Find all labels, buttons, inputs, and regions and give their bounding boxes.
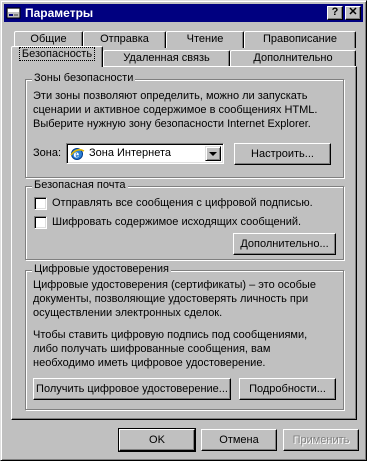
sign-all-checkbox[interactable] [34, 197, 47, 210]
ids-description-line-6: необходимо иметь цифровое удостоверение. [33, 357, 266, 369]
ids-description-line-5: либо получать шифрованные сообщения, вам [33, 343, 271, 355]
title-bar[interactable]: Параметры ? ✕ [4, 4, 363, 22]
security-zones-legend: Зоны безопасности [32, 72, 136, 84]
tab-read[interactable]: Чтение [166, 31, 244, 48]
cancel-button[interactable]: Отмена [201, 429, 277, 451]
digital-ids-group: Цифровые удостоверения Цифровые удостове… [25, 263, 344, 410]
encrypt-checkbox[interactable] [34, 216, 47, 229]
ids-description-line-3: осуществлении электронных сделок. [33, 307, 223, 319]
ids-description-line-2: документы, позволяющие удостоверять личн… [33, 293, 309, 305]
help-button[interactable]: ? [327, 6, 343, 20]
ok-button[interactable]: OK [118, 428, 196, 452]
zone-select[interactable]: e Зона Интернета [66, 143, 224, 164]
security-tab-panel: Зоны безопасности Эти зоны позволяют опр… [11, 66, 357, 420]
digital-id-details-button[interactable]: Подробности... [239, 378, 336, 400]
chevron-down-icon[interactable] [205, 146, 221, 161]
zones-description-line-2: сценарии и активное содержимое в сообщен… [33, 104, 318, 116]
close-button[interactable]: ✕ [345, 6, 361, 20]
tab-spelling[interactable]: Правописание [244, 31, 356, 48]
sign-all-label[interactable]: Отправлять все сообщения с цифровой подп… [52, 196, 313, 210]
secure-mail-legend: Безопасная почта [32, 179, 128, 191]
ids-description-line-4: Чтобы ставить цифровую подпись под сообщ… [33, 329, 308, 341]
window-title: Параметры [25, 6, 94, 20]
zones-description-line-1: Эти зоны позволяют определить, можно ли … [33, 90, 308, 102]
zone-label: Зона: [33, 147, 62, 159]
zones-description-line-3: Выберите нужную зону безопасности Intern… [33, 118, 311, 130]
get-digital-id-button[interactable]: Получить цифровое удостоверение... [33, 378, 231, 400]
tab-advanced[interactable]: Дополнительно [230, 50, 356, 67]
secure-mail-group: Безопасная почта Отправлять все сообщени… [25, 179, 344, 260]
apply-button[interactable]: Применить [283, 429, 359, 451]
mail-advanced-button[interactable]: Дополнительно... [233, 233, 336, 255]
encrypt-label[interactable]: Шифровать содержимое исходящих сообщений… [52, 215, 301, 229]
internet-zone-icon: e [70, 146, 85, 164]
options-dialog: Параметры ? ✕ Общие Отправка Чтение Прав… [0, 0, 367, 461]
zone-select-value: Зона Интернета [89, 147, 172, 159]
security-zones-group: Зоны безопасности Эти зоны позволяют опр… [25, 72, 344, 178]
tab-security[interactable]: Безопасность [11, 46, 103, 67]
ids-description-line-1: Цифровые удостоверения (сертификаты) – э… [33, 279, 316, 291]
digital-ids-legend: Цифровые удостоверения [32, 263, 171, 275]
configure-zone-button[interactable]: Настроить... [234, 143, 331, 165]
options-app-icon [6, 5, 22, 21]
tab-connection[interactable]: Удаленная связь [103, 50, 230, 67]
